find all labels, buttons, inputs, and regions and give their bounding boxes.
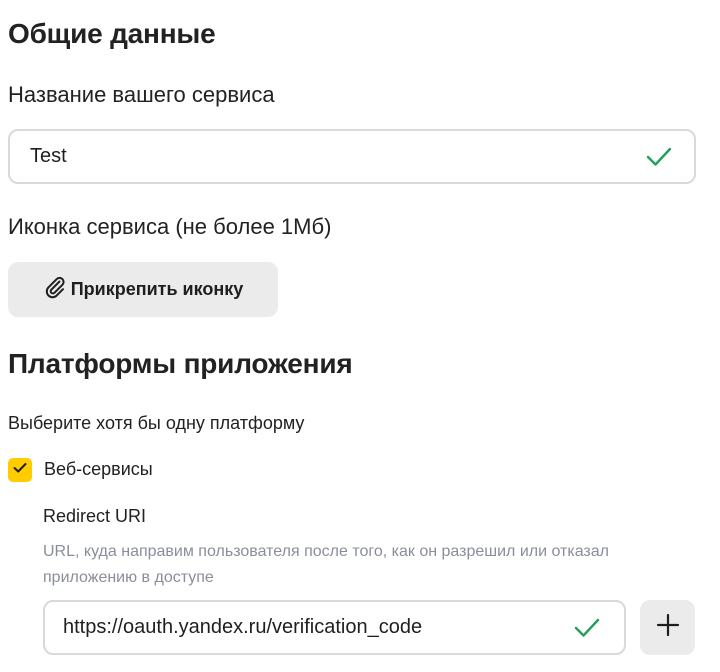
service-icon-label: Иконка сервиса (не более 1Мб) bbox=[8, 214, 332, 239]
plus-icon bbox=[656, 613, 680, 642]
attach-icon-label: Прикрепить иконку bbox=[70, 279, 244, 299]
redirect-uri-field[interactable]: https://oauth.yandex.ru/verification_cod… bbox=[43, 600, 626, 655]
service-name-label: Название вашего сервиса bbox=[8, 82, 275, 107]
redirect-uri-description: URL, куда направим пользователя после то… bbox=[43, 543, 609, 586]
service-name-field[interactable]: Test bbox=[8, 129, 696, 184]
redirect-uri-value[interactable]: https://oauth.yandex.ru/verification_cod… bbox=[63, 616, 422, 639]
redirect-uri-label: Redirect URI bbox=[43, 506, 147, 526]
web-services-checkbox[interactable] bbox=[8, 458, 32, 482]
general-section-title: Общие данные bbox=[8, 18, 216, 49]
attach-icon-button[interactable]: Прикрепить иконку bbox=[8, 262, 278, 317]
web-services-label[interactable]: Веб-сервисы bbox=[44, 459, 153, 480]
add-redirect-uri-button[interactable] bbox=[640, 600, 695, 655]
valid-check-icon bbox=[646, 146, 672, 168]
platforms-hint: Выберите хотя бы одну платформу bbox=[8, 413, 305, 433]
check-icon bbox=[13, 461, 27, 479]
paperclip-icon bbox=[43, 275, 67, 304]
platforms-section-title: Платформы приложения bbox=[8, 348, 353, 379]
service-name-value[interactable]: Test bbox=[30, 145, 67, 168]
redirect-valid-check-icon bbox=[574, 617, 600, 639]
